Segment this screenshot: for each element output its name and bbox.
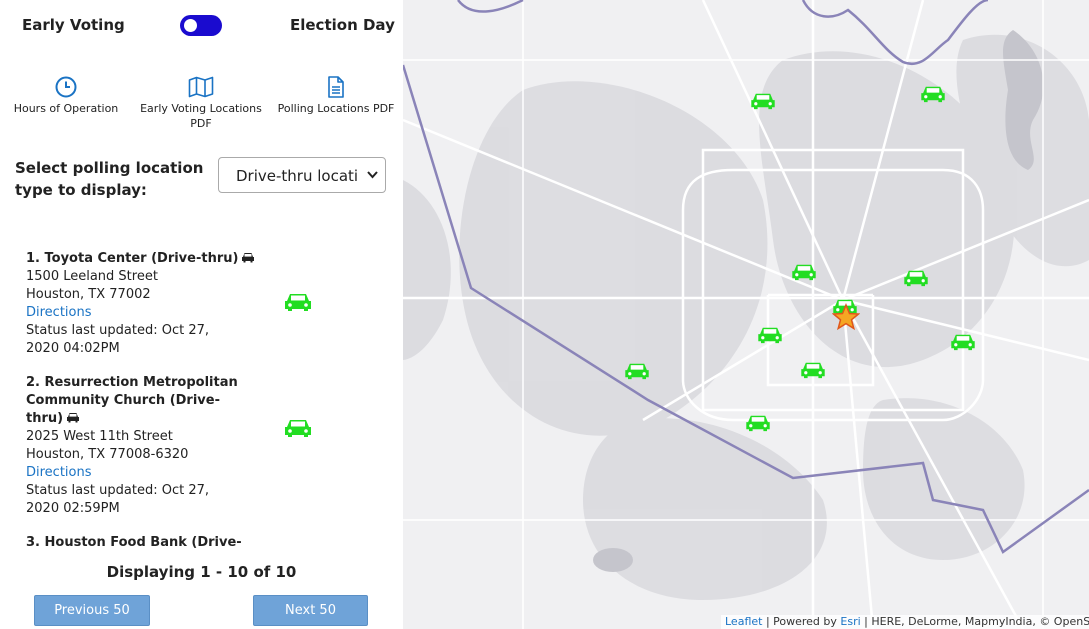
election-day-label: Election Day (290, 16, 395, 34)
polling-locations-pdf-label: Polling Locations PDF (277, 102, 395, 115)
location-name: 1. Toyota Center (Drive-thru) (26, 250, 256, 268)
clock-icon (55, 76, 77, 98)
attribution-powered-text: | Powered by (762, 615, 841, 628)
drive-thru-marker-icon[interactable] (800, 361, 826, 379)
map-view[interactable]: Leaflet | Powered by Esri | HERE, DeLorm… (403, 0, 1089, 629)
drive-thru-marker-icon[interactable] (903, 269, 929, 287)
location-name: 3. Houston Food Bank (Drive-thru) (26, 535, 242, 550)
location-address2: Houston, TX 77002 (26, 287, 151, 302)
drive-thru-marker-icon[interactable] (624, 362, 650, 380)
voting-toggle-row: Early Voting Election Day (0, 14, 403, 38)
resource-links: Hours of Operation Early Voting Location… (0, 76, 403, 132)
location-list[interactable]: 1. Toyota Center (Drive-thru) 1500 Leela… (26, 250, 386, 553)
drive-thru-marker-icon[interactable] (757, 326, 783, 344)
hours-of-operation-link[interactable]: Hours of Operation (8, 76, 124, 116)
car-icon (67, 413, 80, 423)
location-status: Status last updated: Oct 27, 2020 02:59P… (26, 483, 209, 516)
drive-thru-marker-icon[interactable] (920, 85, 946, 103)
sidebar-panel: Early Voting Election Day Hours of Opera… (0, 0, 403, 629)
map-icon (188, 76, 214, 98)
esri-link[interactable]: Esri (840, 615, 860, 628)
car-icon (242, 253, 255, 263)
drive-thru-marker-icon[interactable] (750, 92, 776, 110)
list-item: 2. Resurrection Metropolitan Community C… (26, 374, 386, 518)
early-voting-pdf-label: Early Voting Locations PDF (140, 102, 262, 130)
document-icon (328, 76, 344, 98)
directions-link[interactable]: Directions (26, 464, 386, 482)
current-location-star-icon[interactable] (831, 303, 861, 331)
drive-thru-marker-icon[interactable] (791, 263, 817, 281)
results-count: Displaying 1 - 10 of 10 (106, 563, 297, 581)
voting-toggle-switch[interactable] (180, 15, 222, 36)
location-address1: 1500 Leeland Street (26, 269, 158, 284)
polling-locations-pdf-link[interactable]: Polling Locations PDF (276, 76, 396, 116)
previous-page-button[interactable]: Previous 50 (34, 595, 150, 626)
hours-of-operation-label: Hours of Operation (13, 102, 119, 115)
leaflet-link[interactable]: Leaflet (725, 615, 762, 628)
next-page-button[interactable]: Next 50 (253, 595, 368, 626)
location-type-select[interactable]: Drive-thru locations (218, 157, 386, 193)
location-name: 2. Resurrection Metropolitan Community C… (26, 375, 238, 426)
location-address2: Houston, TX 77008-6320 (26, 447, 189, 462)
chevron-down-icon (367, 171, 378, 179)
directions-link[interactable]: Directions (26, 304, 386, 322)
drive-thru-car-icon (285, 420, 311, 437)
attribution-credits: | HERE, DeLorme, MapmyIndia, © OpenStree… (864, 615, 1089, 628)
drive-thru-car-icon (285, 294, 311, 311)
map-attribution: Leaflet | Powered by Esri | HERE, DeLorm… (721, 615, 1089, 629)
drive-thru-marker-icon[interactable] (950, 333, 976, 351)
toggle-knob (184, 19, 197, 32)
location-type-value: Drive-thru locations (236, 167, 358, 185)
list-item: 3. Houston Food Bank (Drive-thru) (26, 534, 386, 553)
location-type-label: Select polling location type to display: (15, 159, 204, 199)
early-voting-label: Early Voting (22, 16, 125, 34)
location-status: Status last updated: Oct 27, 2020 04:02P… (26, 323, 209, 356)
location-address1: 2025 West 11th Street (26, 429, 173, 444)
early-voting-pdf-link[interactable]: Early Voting Locations PDF (140, 76, 262, 131)
location-type-filter: Select polling location type to display:… (15, 157, 387, 201)
map-basemap (403, 0, 1089, 629)
drive-thru-marker-icon[interactable] (745, 414, 771, 432)
list-item: 1. Toyota Center (Drive-thru) 1500 Leela… (26, 250, 386, 358)
